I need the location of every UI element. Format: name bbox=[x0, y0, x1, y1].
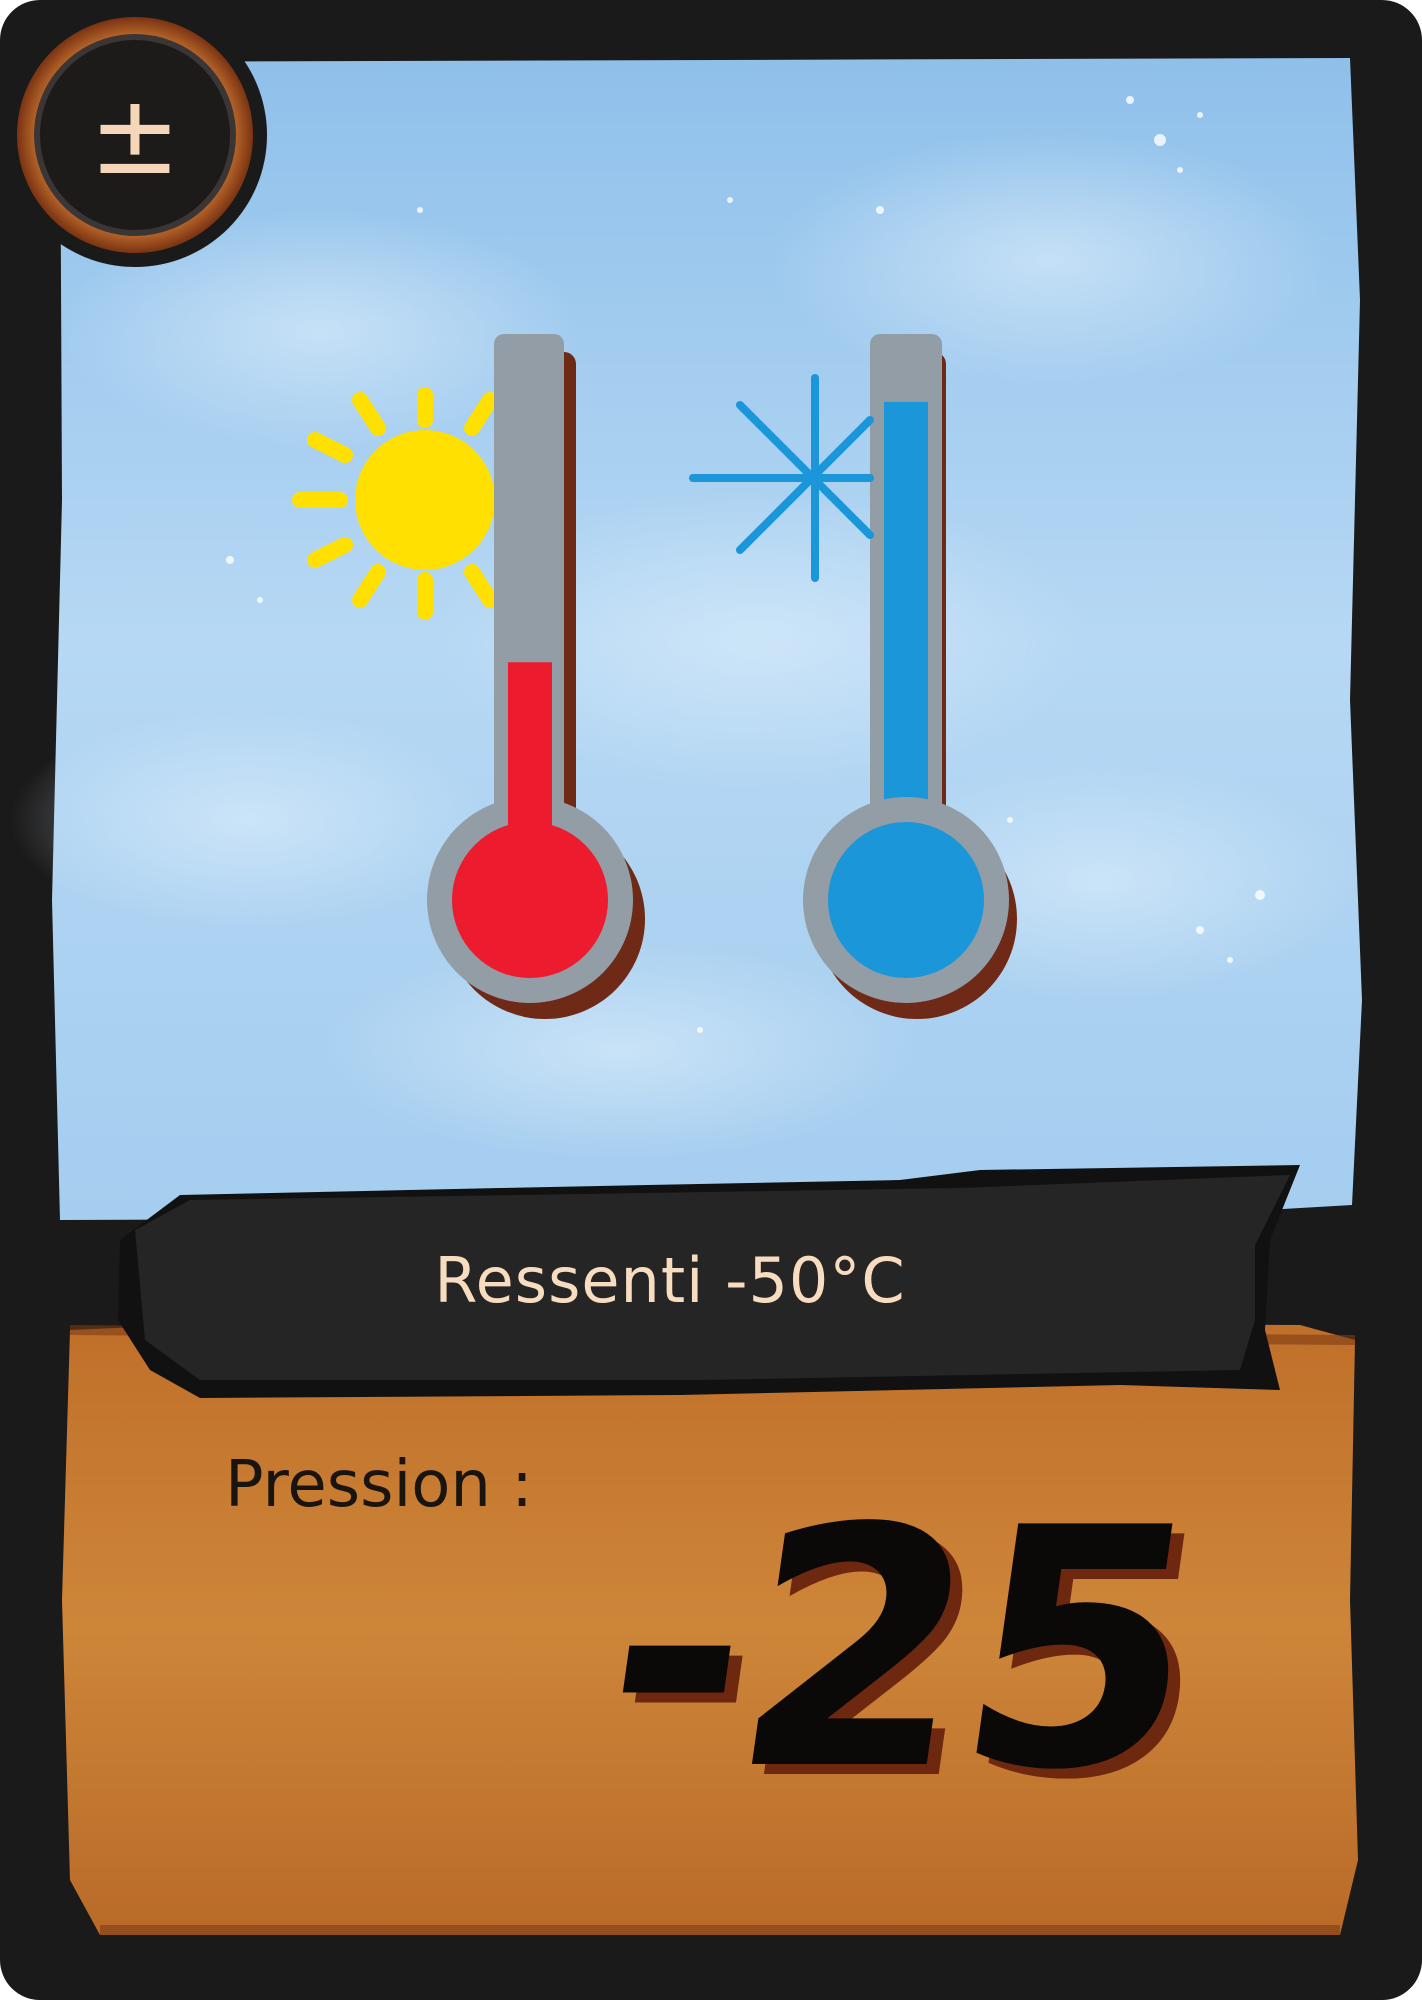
banner-title: Ressenti -50°C bbox=[434, 1243, 906, 1317]
stat-value: -25 bbox=[583, 1458, 1217, 1842]
badge-symbol: ± bbox=[88, 71, 182, 199]
card: ± Ressenti -50°C Pression : -25 -25 bbox=[0, 0, 1422, 2000]
